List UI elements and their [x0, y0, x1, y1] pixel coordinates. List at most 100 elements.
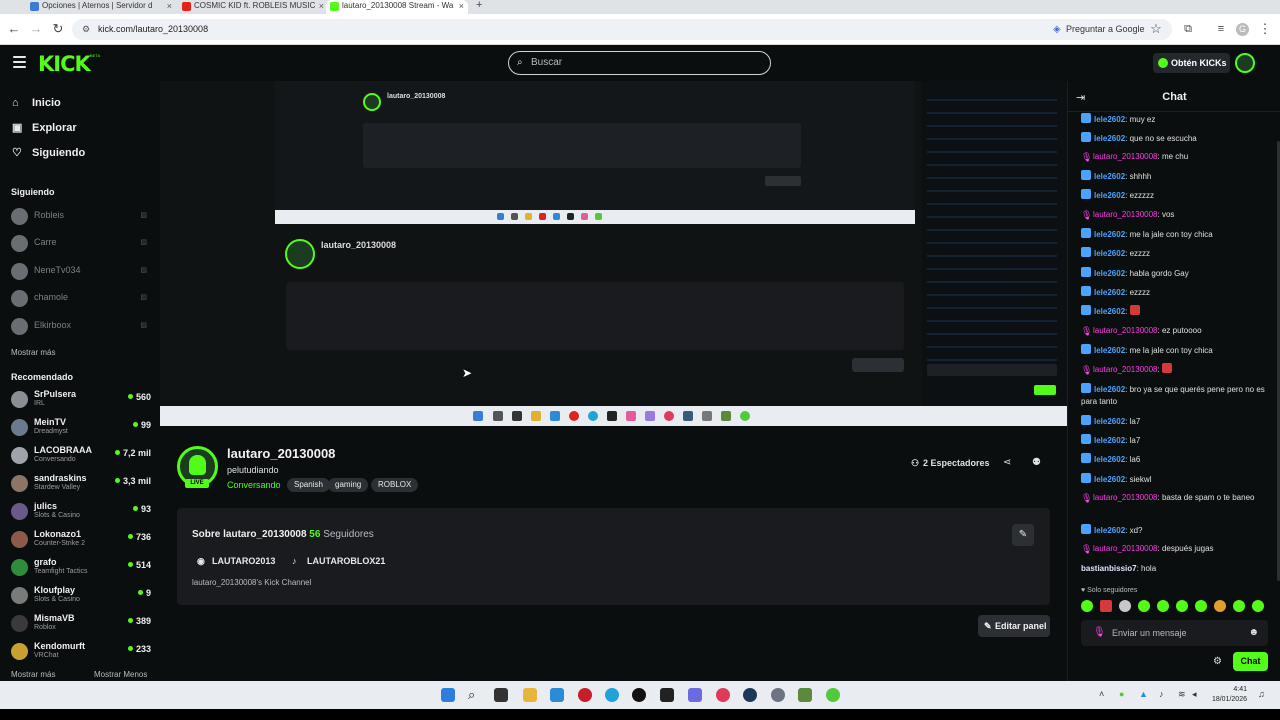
following-item[interactable]: Robleis ▨: [11, 206, 151, 226]
social-discord[interactable]: ◉ LAUTARO2013: [197, 556, 275, 566]
emote-icon[interactable]: [1233, 600, 1245, 612]
chat-username[interactable]: lautaro_20130008: [1093, 326, 1158, 335]
tag-gaming[interactable]: gaming: [328, 478, 369, 492]
chat-username[interactable]: lautaro_20130008: [1093, 210, 1158, 219]
microphone-icon[interactable]: ♪: [1159, 689, 1164, 699]
address-bar[interactable]: ⚙ kick.com/lautaro_20130008: [72, 19, 1172, 40]
hamburger-menu-icon[interactable]: [13, 56, 26, 68]
edit-panel-button[interactable]: ✎ Editar panel: [978, 615, 1050, 637]
tag-roblox[interactable]: ROBLOX: [371, 478, 419, 492]
opera-icon[interactable]: [716, 688, 730, 702]
emote-icon[interactable]: [1252, 600, 1264, 612]
chat-username[interactable]: lele2602: [1094, 307, 1125, 316]
tray-app-icon[interactable]: ●: [1119, 689, 1124, 699]
user-avatar[interactable]: [1235, 53, 1255, 73]
chat-username[interactable]: lele2602: [1094, 134, 1125, 143]
profile-icon[interactable]: G: [1236, 23, 1249, 36]
chat-input[interactable]: 🎙 Enviar un mensaje ☻: [1081, 620, 1268, 646]
emote-icon[interactable]: [1119, 600, 1131, 612]
emote-icon[interactable]: [1214, 600, 1226, 612]
recommended-item[interactable]: SrPulsera IRL 560: [11, 388, 151, 412]
emote-icon[interactable]: [1081, 600, 1093, 612]
show-more-following[interactable]: Mostrar más: [11, 348, 55, 357]
video-player[interactable]: lautaro_20130008 lautaro_20130008 ➤: [160, 81, 1067, 426]
app-red-icon[interactable]: [578, 688, 592, 702]
chat-username[interactable]: lele2602: [1094, 455, 1125, 464]
chat-username[interactable]: lautaro_20130008: [1093, 152, 1158, 161]
close-tab-icon[interactable]: ×: [167, 0, 172, 12]
browser-tab[interactable]: COSMIC KID ft. ROBLEIS MUSIC ×: [178, 0, 328, 14]
edit-about-button[interactable]: ✎: [1012, 524, 1034, 546]
following-item[interactable]: NeneTv034 ▨: [11, 261, 151, 281]
system-clock[interactable]: 4:41 18/01/2026: [1207, 685, 1247, 705]
reload-icon[interactable]: ↻: [50, 21, 66, 37]
nav-inicio[interactable]: ⌂ Inicio: [12, 96, 61, 110]
tag-spanish[interactable]: Spanish: [287, 478, 330, 492]
chat-username[interactable]: bastianbissio7: [1081, 564, 1137, 573]
following-item[interactable]: Elkirboox ▨: [11, 316, 151, 336]
recommended-item[interactable]: MeinTV Dreadmyst 99: [11, 416, 151, 440]
chat-username[interactable]: lele2602: [1094, 526, 1125, 535]
recommended-item[interactable]: Kendomurft VRChat 233: [11, 640, 151, 664]
capcut-icon[interactable]: [660, 688, 674, 702]
recommended-item[interactable]: LACOBRAAA Conversando 7,2 mil: [11, 444, 151, 468]
steam-icon[interactable]: [743, 688, 757, 702]
recommended-item[interactable]: grafo Teamfight Tactics 514: [11, 556, 151, 580]
chat-username[interactable]: lautaro_20130008: [1093, 493, 1158, 502]
show-less-recommended[interactable]: Mostrar Menos: [94, 670, 147, 679]
edge-icon[interactable]: [605, 688, 619, 702]
chat-username[interactable]: lautaro_20130008: [1093, 365, 1158, 374]
emote-icon[interactable]: [1195, 600, 1207, 612]
chat-username[interactable]: lele2602: [1094, 115, 1125, 124]
windows-start-icon[interactable]: [441, 688, 455, 702]
task-view-icon[interactable]: [494, 688, 508, 702]
recommended-item[interactable]: Lokonazo1 Counter-Strike 2 736: [11, 528, 151, 552]
send-chat-button[interactable]: Chat: [1233, 652, 1268, 671]
user-settings-icon[interactable]: ⚉: [1032, 457, 1041, 468]
volume-icon[interactable]: ◂: [1192, 689, 1197, 700]
extensions-icon[interactable]: ⧉: [1180, 21, 1196, 37]
chat-username[interactable]: lele2602: [1094, 436, 1125, 445]
emote-icon[interactable]: [1176, 600, 1188, 612]
chat-username[interactable]: lele2602: [1094, 191, 1125, 200]
emote-icon[interactable]: [1100, 600, 1112, 612]
chat-username[interactable]: lele2602: [1094, 288, 1125, 297]
social-tiktok[interactable]: ♪ LAUTAROBLOX21: [292, 556, 385, 566]
nav-siguiendo[interactable]: ♡ Siguiendo: [12, 146, 85, 160]
share-icon[interactable]: ⋖: [1003, 457, 1011, 468]
tiktok-app-icon[interactable]: [632, 688, 646, 702]
store-icon[interactable]: [550, 688, 564, 702]
chat-username[interactable]: lele2602: [1094, 385, 1125, 394]
notifications-icon[interactable]: ♫: [1258, 689, 1265, 699]
following-item[interactable]: chamole ▨: [11, 288, 151, 308]
emote-icon[interactable]: [1138, 600, 1150, 612]
chat-username[interactable]: lele2602: [1094, 346, 1125, 355]
emote-icon[interactable]: [1157, 600, 1169, 612]
search-input[interactable]: ⌕ Buscar: [508, 51, 771, 75]
wifi-icon[interactable]: ≋: [1178, 689, 1186, 700]
close-tab-icon[interactable]: ×: [319, 0, 324, 12]
menu-kebab-icon[interactable]: ⋮: [1257, 21, 1273, 37]
stream-category[interactable]: Conversando: [227, 480, 281, 490]
ask-google-button[interactable]: ◈ Preguntar a Google: [1048, 21, 1151, 38]
taskbar-search-icon[interactable]: ⌕: [468, 688, 482, 702]
recommended-item[interactable]: Kloufplay Slots & Casino 9: [11, 584, 151, 608]
browser-tab[interactable]: Opciones | Aternos | Servidor d ×: [26, 0, 176, 14]
chat-username[interactable]: lele2602: [1094, 417, 1125, 426]
get-kicks-button[interactable]: Obtén KICKs: [1153, 53, 1230, 73]
media-controls-icon[interactable]: ≡: [1213, 21, 1229, 37]
emoji-icon[interactable]: ☻: [1248, 620, 1259, 646]
forward-icon[interactable]: →: [28, 21, 44, 37]
show-more-recommended[interactable]: Mostrar más: [11, 670, 55, 679]
channel-name[interactable]: lautaro_20130008: [227, 446, 335, 461]
bookmark-star-icon[interactable]: ☆: [1148, 21, 1164, 37]
chat-username[interactable]: lele2602: [1094, 172, 1125, 181]
chevron-up-icon[interactable]: ˄: [1099, 689, 1104, 699]
chat-username[interactable]: lele2602: [1094, 475, 1125, 484]
gear-icon[interactable]: ⚙: [1213, 656, 1222, 667]
new-tab-button[interactable]: +: [476, 0, 482, 11]
chat-username[interactable]: lele2602: [1094, 230, 1125, 239]
chat-username[interactable]: lele2602: [1094, 269, 1125, 278]
nav-explorar[interactable]: ▣ Explorar: [12, 121, 77, 135]
chat-username[interactable]: lautaro_20130008: [1093, 544, 1158, 553]
